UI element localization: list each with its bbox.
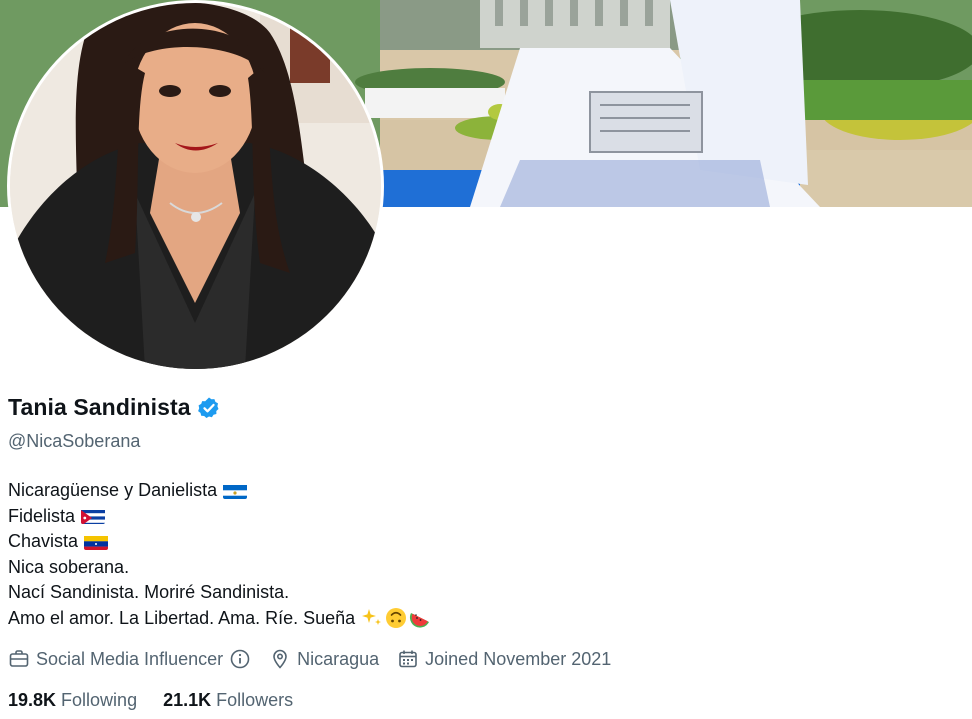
bio-line: Fidelista (8, 504, 431, 530)
flag-venezuela-icon (84, 534, 109, 550)
display-name: Tania Sandinista (8, 394, 191, 420)
user-handle: @NicaSoberana (8, 431, 141, 451)
bio-line: Chavista (8, 529, 431, 555)
location-pin-icon (273, 649, 287, 669)
watermelon-icon (410, 613, 430, 628)
briefcase-icon (9, 650, 29, 667)
joined-text: Joined November 2021 (425, 648, 612, 669)
flag-cuba-icon (81, 508, 106, 525)
info-icon[interactable] (229, 648, 251, 670)
flag-nicaragua-icon (223, 483, 248, 499)
following-count: 19.8K (8, 690, 57, 710)
bio-line: Nací Sandinista. Moriré Sandinista. (8, 580, 431, 606)
bio-emojis (361, 607, 431, 629)
bio-line-text: Chavista (8, 531, 79, 551)
name-row: Tania Sandinista (8, 394, 221, 421)
profile-bio: Nicaragüense y Danielista Fidelista Chav… (8, 478, 431, 631)
location-item: Nicaragua (269, 648, 379, 670)
profile-meta: Social Media Influencer Nicaragua Joined… (8, 648, 629, 670)
calendar-icon (399, 650, 417, 668)
avatar[interactable] (7, 0, 384, 372)
bio-line-text: Amo el amor. La Libertad. Ama. Ríe. Sueñ… (8, 607, 356, 628)
category-text: Social Media Influencer (36, 648, 224, 669)
followers-label: Followers (216, 690, 294, 710)
upside-down-face-icon (386, 608, 407, 629)
bio-line: Amo el amor. La Libertad. Ama. Ríe. Sueñ… (8, 606, 431, 632)
profile-stats: 19.8K Following 21.1K Followers (8, 690, 319, 711)
joined-item: Joined November 2021 (397, 648, 611, 670)
followers-link[interactable]: 21.1K Followers (163, 690, 293, 711)
location-text: Nicaragua (297, 648, 380, 669)
sparkles-icon (362, 609, 382, 626)
avatar-photo (10, 3, 381, 369)
bio-line-text: Nica soberana. (8, 556, 130, 577)
bio-line-text: Fidelista (8, 505, 76, 526)
bio-line-text: Nicaragüense y Danielista (8, 480, 218, 500)
followers-count: 21.1K (163, 690, 212, 710)
bio-line-text: Nací Sandinista. Moriré Sandinista. (8, 582, 290, 602)
following-label: Following (61, 690, 138, 710)
bio-line: Nica soberana. (8, 555, 431, 581)
bio-line: Nicaragüense y Danielista (8, 478, 431, 504)
verified-badge-icon[interactable] (197, 396, 221, 420)
following-link[interactable]: 19.8K Following (8, 690, 137, 711)
category-item: Social Media Influencer (8, 648, 251, 670)
